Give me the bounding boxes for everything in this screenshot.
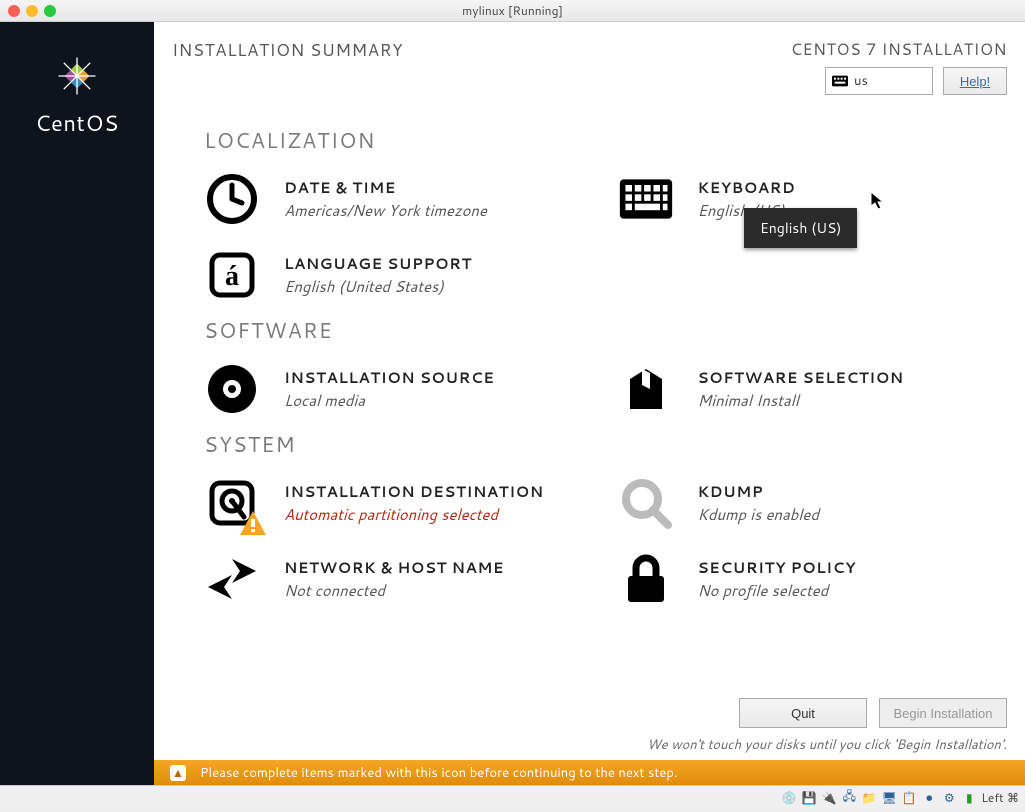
clock-icon [204,171,260,227]
spoke-datetime[interactable]: DATE & TIME Americas/New York timezone [204,171,594,227]
network-icon [204,551,260,607]
tray-settings-icon[interactable]: ⚙ [941,790,957,806]
keyboard-icon [832,75,848,87]
spoke-title: DATE & TIME [284,177,487,198]
spoke-title: INSTALLATION DESTINATION [284,481,544,502]
spoke-title: NETWORK & HOST NAME [284,557,504,578]
spoke-status: No profile selected [698,580,856,601]
window-close-button[interactable] [8,5,20,17]
installer-title: CENTOS 7 INSTALLATION [791,38,1007,61]
section-software: SOFTWARE [204,315,1007,345]
tray-display-icon[interactable]: 🖥 [881,790,897,806]
spoke-status: Not connected [284,580,504,601]
spoke-language[interactable]: á LANGUAGE SUPPORT English (United State… [204,247,594,303]
tray-status-icon[interactable]: ▮ [961,790,977,806]
spoke-status: Minimal Install [698,390,904,411]
main-panel: INSTALLATION SUMMARY CENTOS 7 INSTALLATI… [154,22,1025,785]
keyboard-large-icon [618,171,674,227]
tray-network-icon[interactable]: 🖧 [841,790,857,806]
window-title: mylinux [Running] [462,2,563,19]
disc-icon [204,361,260,417]
spoke-status: Local media [284,390,494,411]
spoke-status: Americas/New York timezone [284,200,487,221]
spoke-title: INSTALLATION SOURCE [284,367,494,388]
language-icon: á [204,247,260,303]
warning-triangle-icon [240,511,266,535]
brand-text: CentOS [35,108,119,139]
keyboard-layout-indicator[interactable]: us [825,67,933,95]
tray-cd-icon[interactable]: 💿 [781,790,797,806]
package-icon [618,361,674,417]
tray-disk-icon[interactable]: 💾 [801,790,817,806]
warning-text: Please complete items marked with this i… [200,764,677,782]
spoke-kdump[interactable]: KDUMP Kdump is enabled [618,475,1008,531]
warning-bar[interactable]: ▲ Please complete items marked with this… [154,760,1025,785]
help-button[interactable]: Help! [943,67,1007,95]
spoke-title: SOFTWARE SELECTION [698,367,904,388]
begin-installation-button[interactable]: Begin Installation [879,698,1007,728]
tooltip: English (US) [744,208,857,248]
spoke-status: Kdump is enabled [698,504,819,525]
spoke-status: English (United States) [284,276,472,297]
spoke-installation-source[interactable]: INSTALLATION SOURCE Local media [204,361,594,417]
lock-icon [618,551,674,607]
spoke-software-selection[interactable]: SOFTWARE SELECTION Minimal Install [618,361,1008,417]
kdump-icon [618,475,674,531]
tray-clip-icon[interactable]: 📋 [901,790,917,806]
tray-shared-icon[interactable]: 📁 [861,790,877,806]
harddrive-icon [204,475,260,531]
centos-logo-icon [55,54,99,98]
svg-text:á: á [225,261,239,292]
spoke-title: KDUMP [698,481,819,502]
spoke-status: Automatic partitioning selected [284,504,544,525]
titlebar: mylinux [Running] [0,0,1025,22]
tray-rec-icon[interactable]: ⏺ [921,790,937,806]
quit-button[interactable]: Quit [739,698,867,728]
section-localization: LOCALIZATION [204,125,1007,155]
page-title: INSTALLATION SUMMARY [172,38,403,62]
section-system: SYSTEM [204,429,1007,459]
footer-note: We won't touch your disks until you clic… [172,736,1007,754]
spoke-title: SECURITY POLICY [698,557,856,578]
keyboard-layout-label: us [854,72,868,90]
window-minimize-button[interactable] [26,5,38,17]
sidebar: CentOS [0,22,154,785]
spoke-network[interactable]: NETWORK & HOST NAME Not connected [204,551,594,607]
tray-host-key: Left ⌘ [981,789,1019,806]
spoke-title: KEYBOARD [698,177,796,198]
spoke-installation-destination[interactable]: INSTALLATION DESTINATION Automatic parti… [204,475,594,531]
tray-usb-icon[interactable]: 🔌 [821,790,837,806]
spoke-security-policy[interactable]: SECURITY POLICY No profile selected [618,551,1008,607]
vm-status-tray: 💿 💾 🔌 🖧 📁 🖥 📋 ⏺ ⚙ ▮ Left ⌘ [0,785,1025,809]
spoke-title: LANGUAGE SUPPORT [284,253,472,274]
warning-icon: ▲ [170,765,186,781]
window-maximize-button[interactable] [44,5,56,17]
